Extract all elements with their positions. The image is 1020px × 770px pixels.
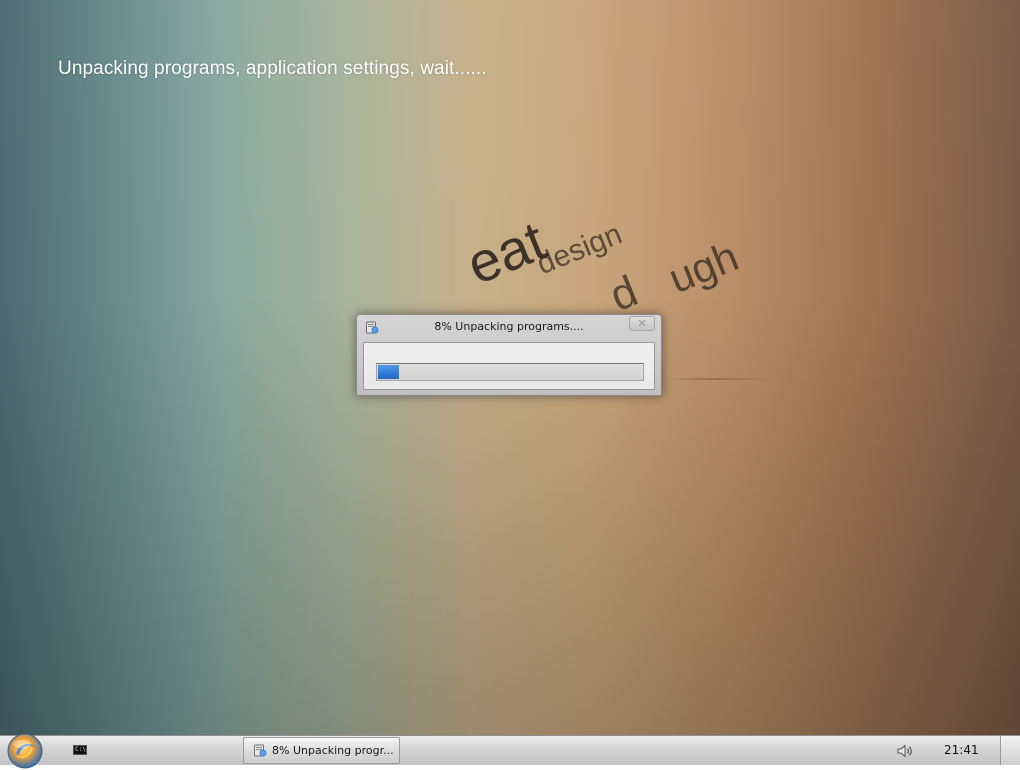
dialog-body — [363, 342, 655, 390]
close-icon: ✕ — [637, 317, 647, 330]
wallpaper-text: ugh — [662, 232, 745, 303]
installer-icon — [254, 744, 267, 757]
taskbar-task-button[interactable]: 8% Unpacking progr... — [243, 737, 400, 764]
console-icon[interactable]: C:\ — [73, 745, 87, 755]
speaker-icon[interactable] — [896, 743, 914, 759]
show-desktop-button[interactable] — [1000, 736, 1020, 765]
taskbar-task-label: 8% Unpacking progr... — [272, 744, 394, 757]
unpacking-status-text: Unpacking programs, application settings… — [58, 58, 487, 79]
dialog-titlebar[interactable]: 8% Unpacking programs.... ✕ — [357, 315, 661, 339]
taskbar: C:\ 8% Unpacking progr... 21:41 — [0, 733, 1020, 769]
taskbar-clock[interactable]: 21:41 — [944, 743, 979, 757]
dialog-title: 8% Unpacking programs.... — [434, 320, 584, 333]
progress-bar-fill — [378, 365, 399, 379]
unpacking-dialog: 8% Unpacking programs.... ✕ — [356, 314, 662, 396]
close-button[interactable]: ✕ — [629, 316, 655, 331]
progress-bar — [376, 363, 644, 381]
wallpaper-line — [660, 378, 770, 380]
desktop-background: Unpacking programs, application settings… — [0, 0, 1020, 735]
start-orb-icon[interactable] — [6, 732, 44, 770]
